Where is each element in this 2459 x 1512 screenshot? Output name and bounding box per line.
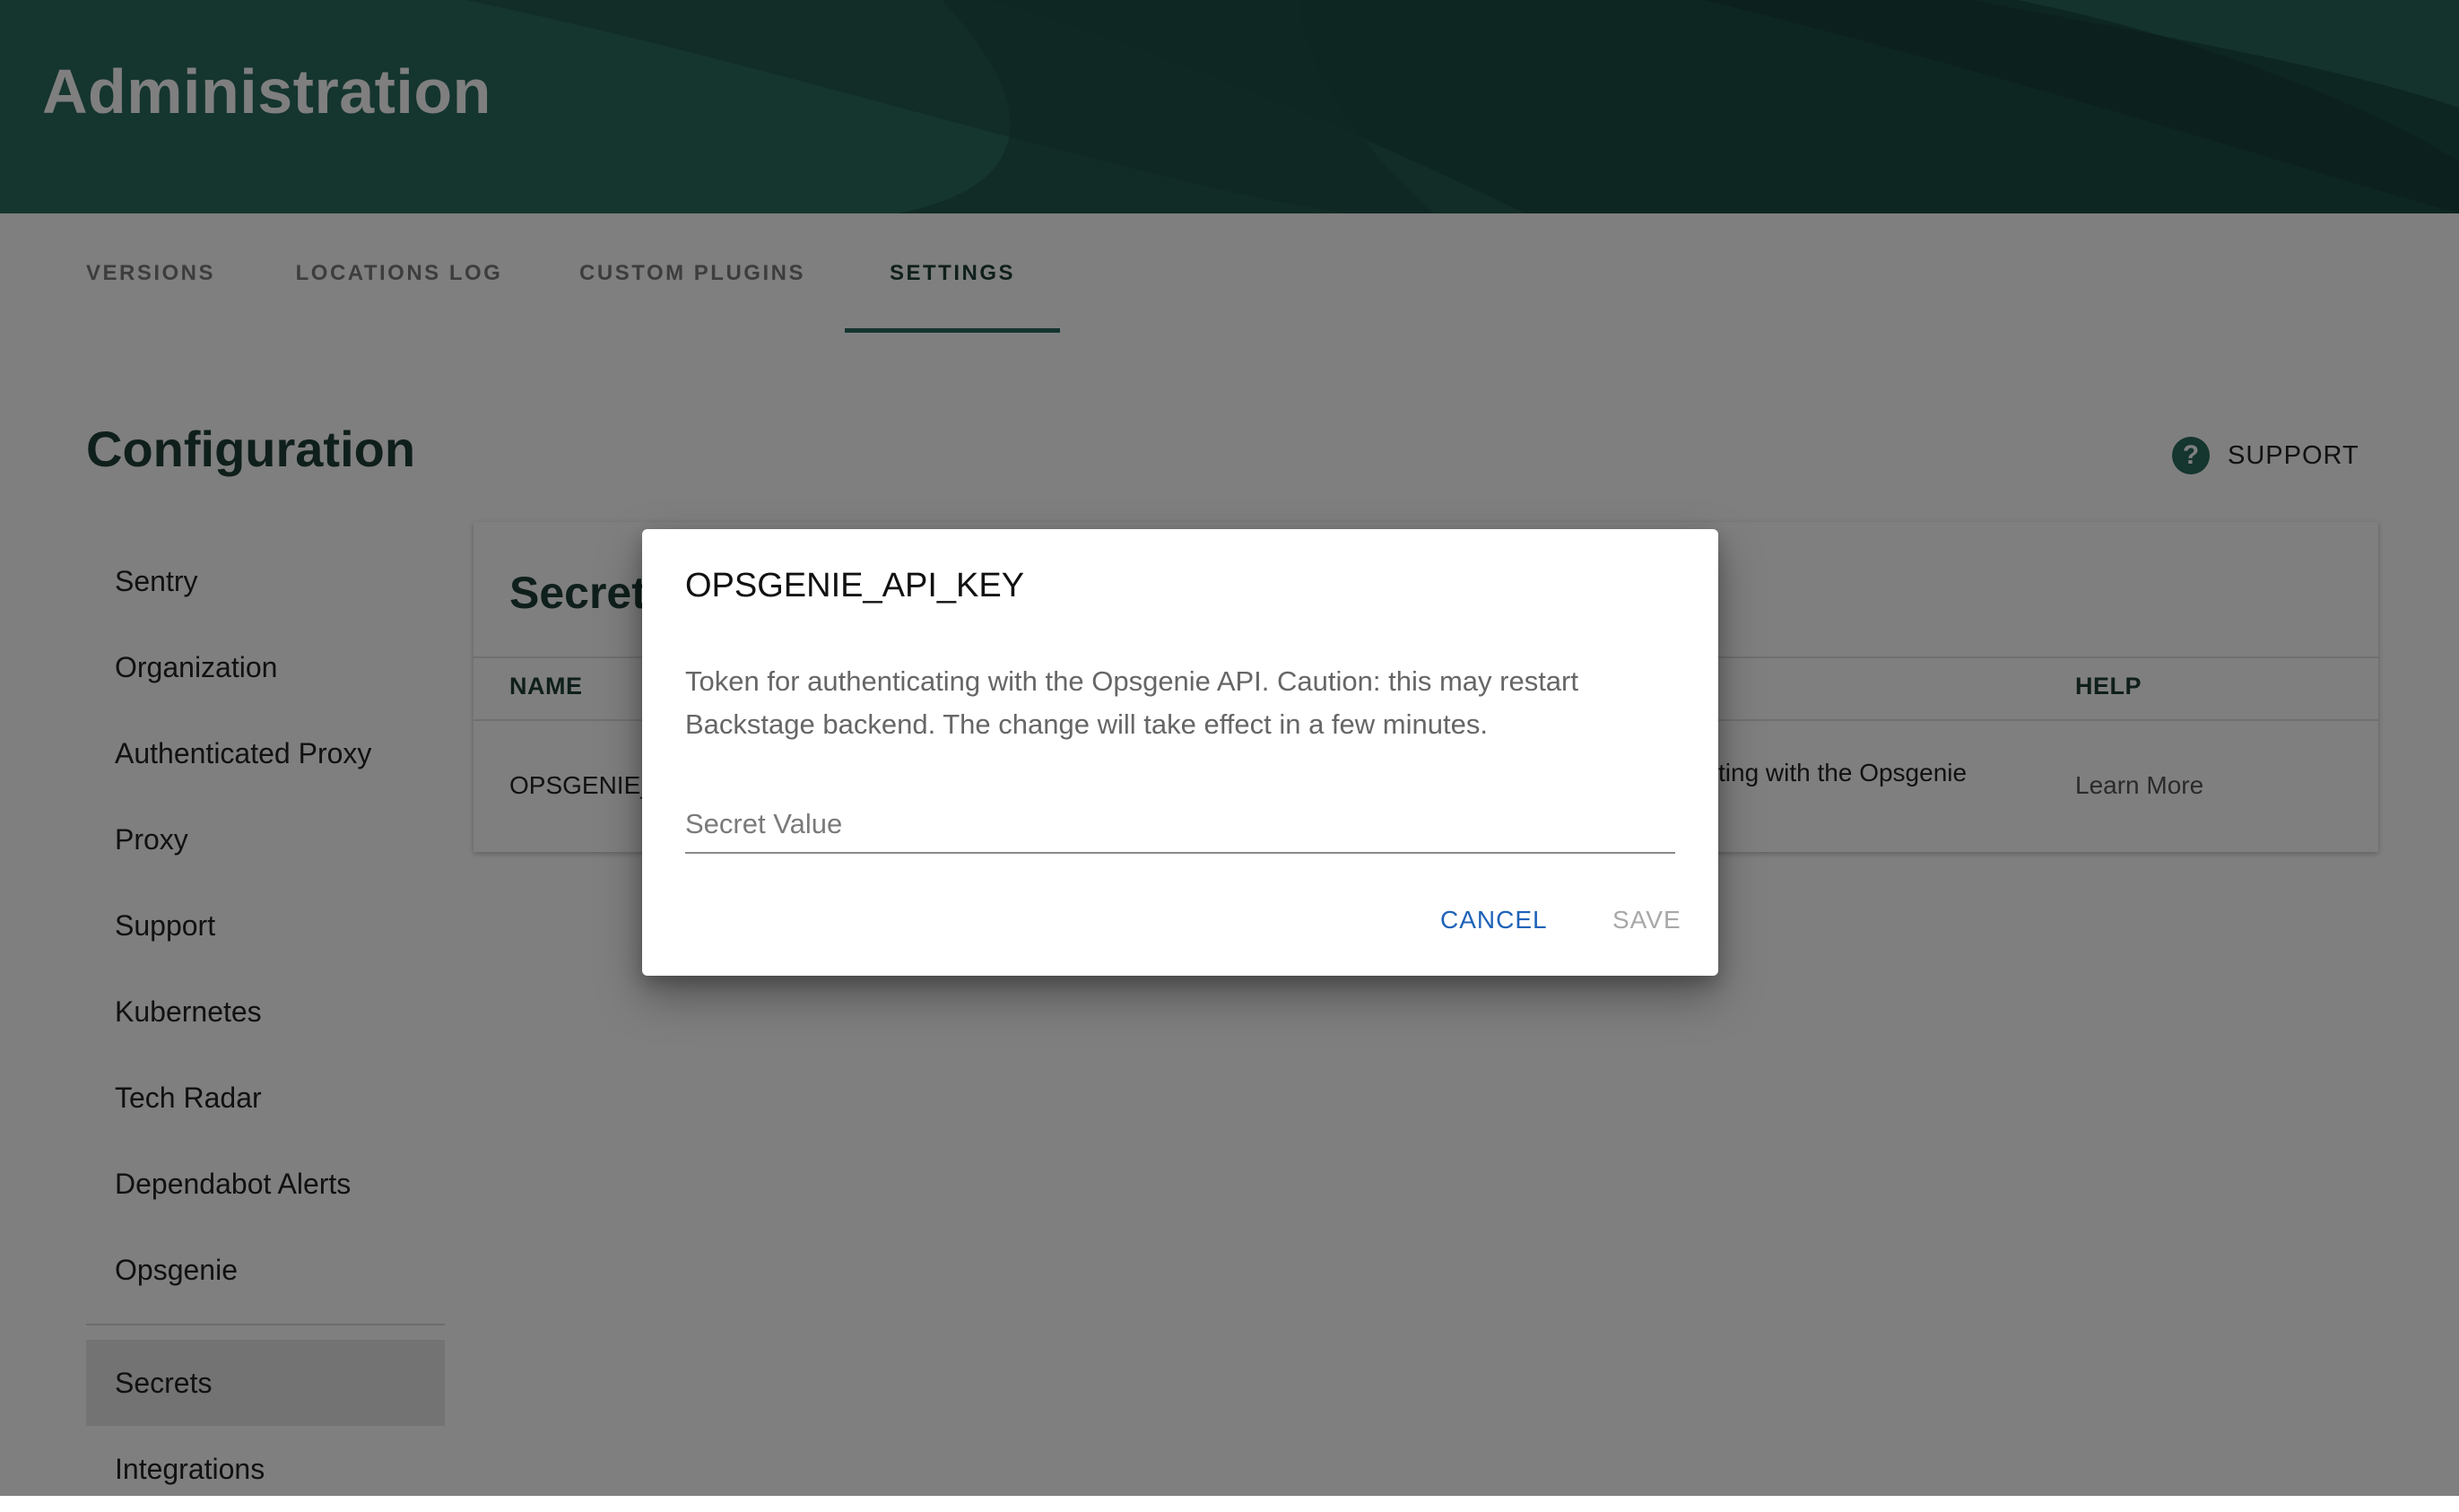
- save-button[interactable]: SAVE: [1612, 899, 1681, 942]
- dialog-title: OPSGENIE_API_KEY: [685, 567, 1025, 604]
- edit-secret-dialog: OPSGENIE_API_KEY Token for authenticatin…: [642, 529, 1718, 976]
- cancel-button[interactable]: CANCEL: [1440, 899, 1548, 942]
- secret-value-input[interactable]: [685, 804, 1675, 854]
- dialog-description: Token for authenticating with the Opsgen…: [685, 665, 1578, 740]
